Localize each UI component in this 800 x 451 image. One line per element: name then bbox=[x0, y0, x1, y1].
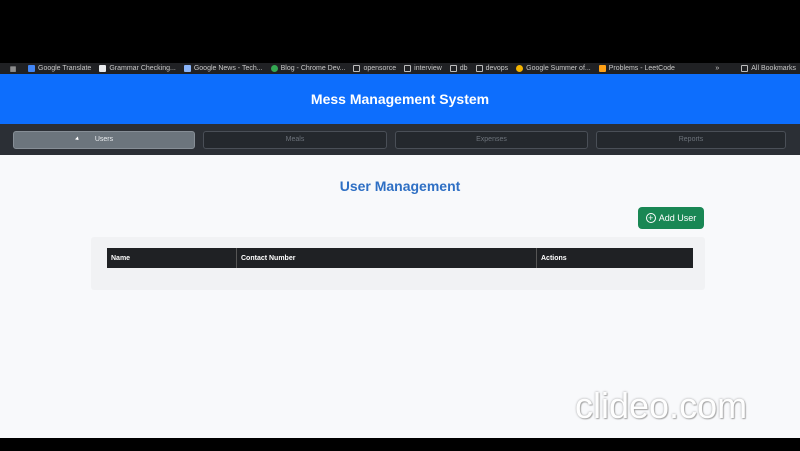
column-header-name[interactable]: Name bbox=[107, 248, 237, 268]
gsoc-icon bbox=[516, 65, 524, 72]
app-header: Mess Management System bbox=[0, 74, 800, 124]
folder-icon bbox=[353, 65, 361, 72]
main-nav: Users Meals Expenses Reports bbox=[0, 124, 800, 155]
news-icon bbox=[183, 65, 191, 72]
folder-icon bbox=[741, 65, 749, 72]
page-title: User Management bbox=[339, 178, 461, 194]
bookmark-chrome-dev-blog[interactable]: Blog - Chrome Dev... bbox=[270, 65, 345, 72]
users-table-card: Name Contact Number Actions bbox=[91, 237, 705, 290]
watermark-logo: clideo.com bbox=[575, 385, 748, 426]
bookmark-folder-opensorce[interactable]: opensorce bbox=[353, 65, 396, 72]
users-table-header: Name Contact Number Actions bbox=[107, 248, 693, 268]
tab-users[interactable]: Users bbox=[13, 130, 195, 149]
tab-reports[interactable]: Reports bbox=[596, 130, 786, 149]
overflow-chevron-icon[interactable]: » bbox=[715, 65, 719, 72]
column-header-contact-number[interactable]: Contact Number bbox=[237, 248, 537, 268]
tab-expenses[interactable]: Expenses bbox=[395, 130, 588, 149]
grammar-icon bbox=[99, 65, 107, 72]
folder-icon bbox=[404, 65, 412, 72]
bookmark-google-news[interactable]: Google News - Tech... bbox=[183, 65, 263, 72]
bookmarks-bar: ▦ Google Translate Grammar Checking... G… bbox=[0, 63, 800, 74]
bookmark-google-translate[interactable]: Google Translate bbox=[28, 65, 91, 72]
translate-icon bbox=[28, 65, 35, 72]
bookmark-leetcode[interactable]: Problems - LeetCode bbox=[598, 65, 675, 72]
main-content: User Management + Add User Name Contact … bbox=[0, 155, 800, 438]
column-header-actions[interactable]: Actions bbox=[537, 248, 693, 268]
bookmark-folder-devops[interactable]: devops bbox=[475, 65, 508, 72]
video-letterbox-top bbox=[0, 0, 800, 63]
leetcode-icon bbox=[598, 65, 606, 72]
bookmark-folder-interview[interactable]: interview bbox=[404, 65, 442, 72]
video-letterbox-bottom bbox=[0, 438, 800, 451]
folder-icon bbox=[449, 65, 457, 72]
bookmark-google-summer-of-code[interactable]: Google Summer of... bbox=[516, 65, 591, 72]
bookmark-folder-db[interactable]: db bbox=[449, 65, 468, 72]
all-bookmarks-button[interactable]: All Bookmarks bbox=[741, 65, 796, 72]
apps-grid-icon[interactable]: ▦ bbox=[6, 65, 20, 73]
mouse-cursor-icon bbox=[75, 136, 80, 141]
bookmark-grammar-checking[interactable]: Grammar Checking... bbox=[99, 65, 176, 72]
chrome-icon bbox=[270, 65, 278, 72]
app-title: Mess Management System bbox=[310, 91, 490, 107]
tab-meals[interactable]: Meals bbox=[203, 130, 387, 149]
plus-circle-icon: + bbox=[645, 213, 656, 223]
folder-icon bbox=[475, 65, 483, 72]
add-user-button[interactable]: + Add User bbox=[638, 207, 704, 229]
